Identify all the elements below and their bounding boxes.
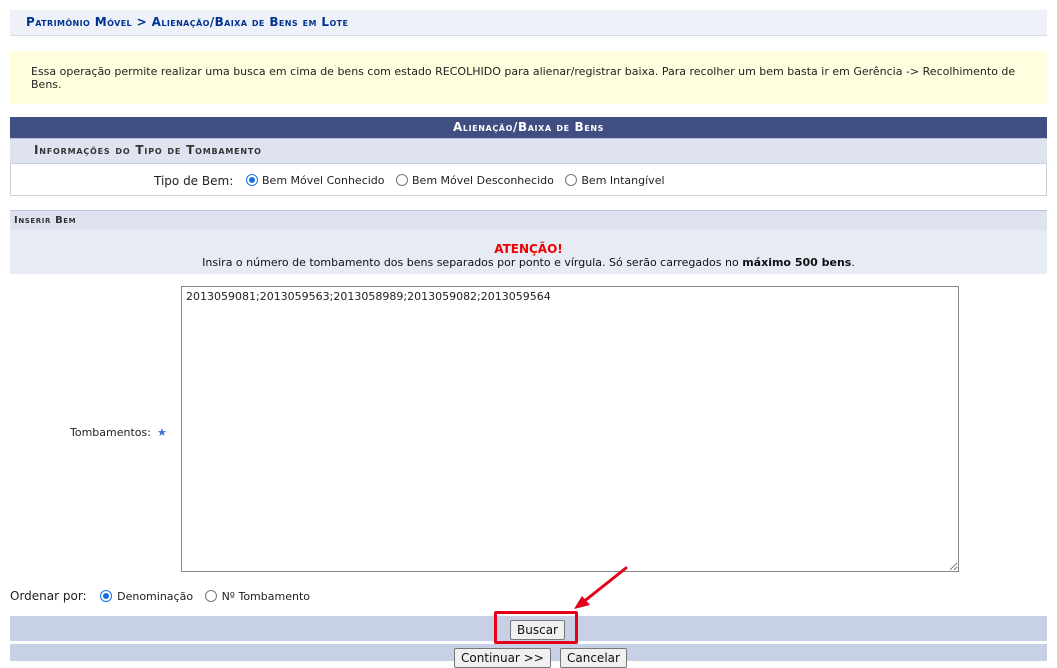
form-caption: Alienação/Baixa de Bens [10, 117, 1047, 138]
ordenar-option-tombamento[interactable]: Nº Tombamento [204, 589, 310, 603]
atencao-text: Insira o número de tombamento dos bens s… [10, 256, 1047, 269]
radio-tombamento[interactable] [204, 590, 217, 602]
breadcrumb-bar: Patrimônio Móvel > Alienação/Baixa de Be… [10, 10, 1047, 36]
tipo-bem-options: Bem Móvel Conhecido Bem Móvel Desconheci… [246, 173, 673, 187]
required-star-icon: ★ [156, 426, 167, 439]
highlight-annotation [494, 611, 578, 644]
tipo-option-desconhecido[interactable]: Bem Móvel Desconhecido [396, 173, 557, 187]
radio-desconhecido[interactable] [396, 174, 409, 186]
inserir-section-header: Inserir Bem [10, 210, 1047, 231]
tipo-option-intangivel[interactable]: Bem Intangível [565, 173, 665, 187]
tipo-option-label: Bem Móvel Conhecido [262, 173, 385, 187]
tipo-bem-row: Tipo de Bem: Bem Móvel Conhecido Bem Móv… [10, 163, 1047, 196]
annotation-arrow-icon [574, 566, 628, 609]
breadcrumb: Patrimônio Móvel > Alienação/Baixa de Be… [26, 15, 349, 29]
tipo-option-label: Bem Intangível [581, 173, 665, 187]
ordenar-option-label: Denominação [117, 589, 194, 603]
tipo-section-header: Informações do Tipo de Tombamento [10, 138, 1047, 163]
tombamentos-label-text: Tombamentos: [70, 426, 151, 439]
info-message: Essa operação permite realizar uma busca… [31, 65, 1016, 91]
radio-conhecido[interactable] [246, 174, 258, 186]
ordenar-option-denominacao[interactable]: Denominação [100, 589, 196, 603]
atencao-text-after: . [851, 256, 855, 269]
tipo-option-conhecido[interactable]: Bem Móvel Conhecido [246, 173, 388, 187]
inserir-section-title: Inserir Bem [14, 215, 77, 226]
continuar-button[interactable]: Continuar >> [454, 648, 551, 668]
info-message-box: Essa operação permite realizar uma busca… [10, 51, 1047, 104]
tombamentos-textarea[interactable]: 2013059081;2013059563;2013058989;2013059… [181, 286, 959, 572]
ordenar-row: Ordenar por: Denominação Nº Tombamento [10, 589, 318, 603]
radio-intangivel[interactable] [565, 174, 578, 186]
atencao-text-bold: máximo 500 bens [742, 256, 852, 269]
atencao-title: ATENÇÃO! [494, 242, 563, 256]
tombamentos-label: Tombamentos: ★ [70, 426, 167, 439]
cancelar-button[interactable]: Cancelar [560, 648, 627, 668]
atencao-text-before: Insira o número de tombamento dos bens s… [202, 256, 743, 269]
atencao-box: ATENÇÃO! Insira o número de tombamento d… [10, 230, 1047, 274]
ordenar-option-label: Nº Tombamento [221, 589, 310, 603]
radio-denominacao[interactable] [100, 590, 113, 602]
tipo-option-label: Bem Móvel Desconhecido [412, 173, 554, 187]
tipo-bem-label: Tipo de Bem: [154, 174, 234, 188]
ordenar-label: Ordenar por: [10, 589, 87, 603]
tipo-section-title: Informações do Tipo de Tombamento [34, 143, 262, 157]
